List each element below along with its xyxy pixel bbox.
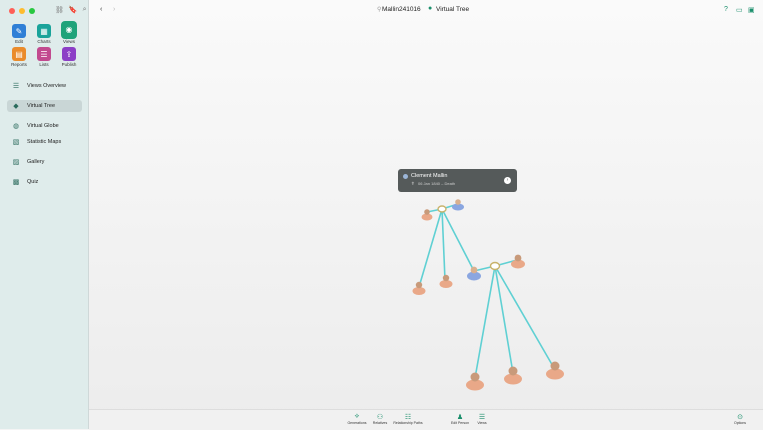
marriage-ring-icon[interactable]	[489, 261, 501, 271]
views-button[interactable]: ☰ Views	[464, 413, 500, 425]
person-figure[interactable]	[452, 199, 464, 211]
tree-connections	[418, 203, 555, 379]
button-label: Relatives	[372, 421, 388, 425]
tree-graph	[412, 199, 564, 391]
relationship-paths-button[interactable]: ☷ Relationship Paths	[390, 413, 426, 425]
button-label: Views	[477, 421, 487, 425]
paths-icon: ☷	[404, 414, 412, 421]
options-button[interactable]: ⊙ Options	[722, 413, 758, 425]
open-person-chevron-icon[interactable]: ›	[504, 177, 511, 184]
views-icon: ☰	[478, 414, 486, 421]
options-icon: ⊙	[737, 414, 743, 421]
person-figure[interactable]	[466, 372, 484, 391]
person-avatar	[403, 174, 408, 179]
person-figure[interactable]	[412, 281, 426, 295]
person-figure[interactable]	[439, 274, 453, 288]
person-popup[interactable]: Clement Mallin ✝ 06 Jan 1840 – Death ›	[398, 169, 517, 192]
marriage-ring-icon[interactable]	[437, 205, 447, 213]
button-label: Options	[733, 421, 747, 425]
birth-icon: ✝	[411, 181, 415, 186]
popup-person-life: 06 Jan 1840 – Death	[418, 181, 456, 186]
person-figure[interactable]	[511, 254, 525, 269]
person-figure[interactable]	[467, 266, 481, 281]
person-figure[interactable]	[546, 361, 564, 380]
popup-person-name: Clement Mallin	[411, 173, 448, 179]
bottom-toolbar	[89, 409, 763, 430]
button-label: Relationship Paths	[393, 421, 423, 425]
person-figure[interactable]	[504, 366, 522, 385]
